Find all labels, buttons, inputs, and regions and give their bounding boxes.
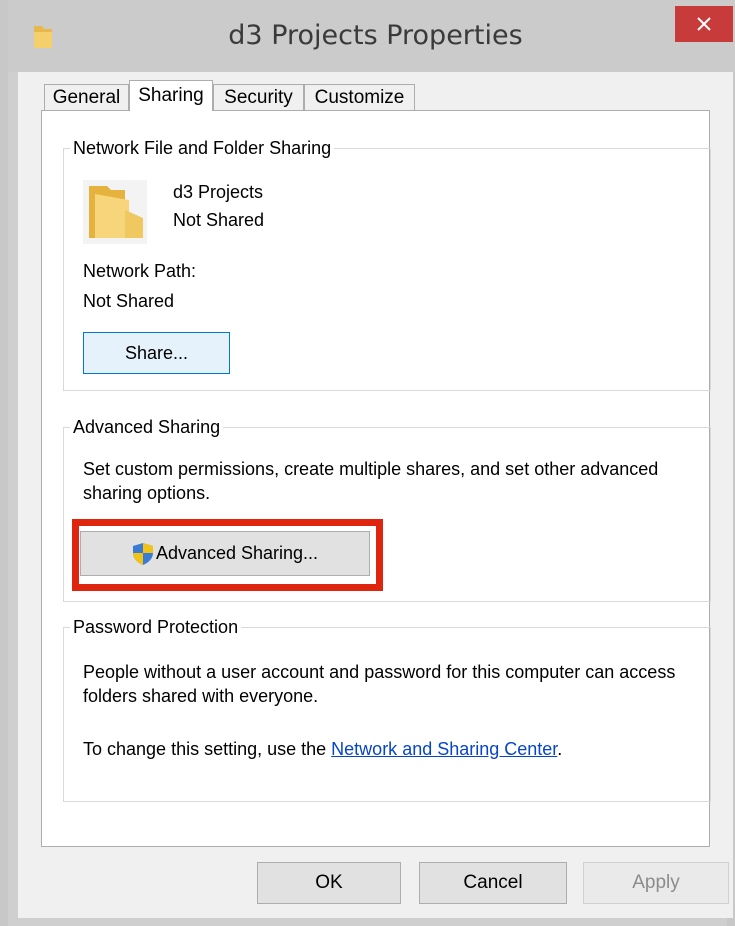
password-protection-description: People without a user account and passwo… — [83, 662, 676, 706]
share-button[interactable]: Share... — [83, 332, 230, 374]
network-path-label: Network Path: — [83, 261, 197, 281]
properties-window: d3 Projects Properties General Sharing S… — [0, 0, 735, 926]
apply-button[interactable]: Apply — [583, 862, 729, 904]
ok-button[interactable]: OK — [257, 862, 401, 904]
sharing-tab-panel: Network File and Folder Sharing d3 Proje… — [41, 110, 711, 847]
change-setting-prefix: To change this setting, use the — [83, 739, 332, 759]
advanced-sharing-group-title: Advanced Sharing — [70, 415, 224, 439]
advanced-sharing-button-label: Advanced Sharing... — [155, 543, 319, 563]
change-setting-text: To change this setting, use the Network … — [83, 737, 562, 761]
tab-customize[interactable]: Customize — [304, 84, 415, 110]
close-button[interactable] — [675, 6, 733, 42]
window-title: d3 Projects Properties — [228, 20, 523, 51]
tab-general[interactable]: General — [44, 84, 129, 110]
advanced-sharing-description: Set custom permissions, create multiple … — [83, 459, 659, 503]
title-bar[interactable]: d3 Projects Properties — [8, 0, 735, 72]
network-sharing-group: Network File and Folder Sharing d3 Proje… — [63, 136, 711, 391]
advanced-sharing-button[interactable]: Advanced Sharing... — [80, 531, 370, 576]
network-sharing-group-title: Network File and Folder Sharing — [70, 136, 335, 160]
tab-sharing[interactable]: Sharing — [129, 80, 213, 111]
folder-share-status: Not Shared — [173, 210, 265, 230]
dialog-client-area: General Sharing Security Customize Netwo… — [18, 72, 733, 918]
uac-shield-icon — [132, 542, 153, 565]
tab-security[interactable]: Security — [213, 84, 304, 110]
password-protection-group: Password Protection People without a use… — [63, 615, 711, 802]
folder-name: d3 Projects — [173, 182, 264, 202]
advanced-sharing-group: Advanced Sharing Set custom permissions,… — [63, 415, 711, 602]
close-icon — [697, 17, 711, 31]
network-path-value: Not Shared — [83, 291, 175, 311]
change-setting-suffix: . — [557, 739, 563, 759]
folder-icon — [83, 180, 147, 244]
network-sharing-center-link[interactable]: Network and Sharing Center — [331, 739, 557, 759]
cancel-button[interactable]: Cancel — [419, 862, 567, 904]
password-protection-group-title: Password Protection — [70, 615, 242, 639]
